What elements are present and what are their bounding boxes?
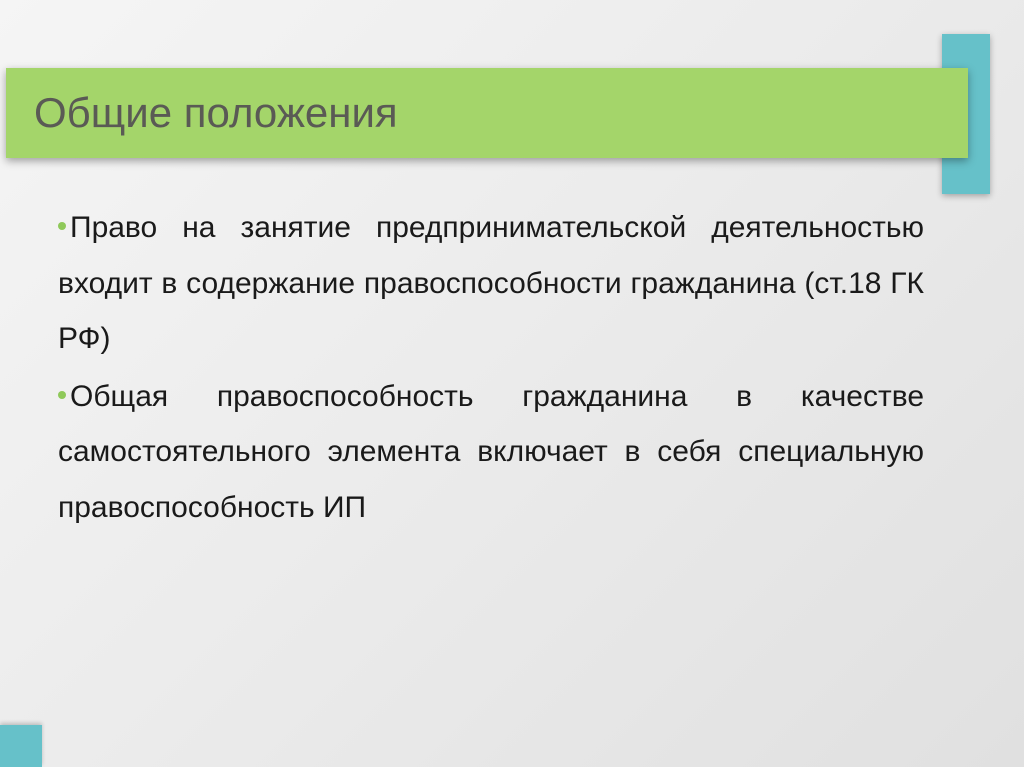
bullet-item: Общая правоспособность гражданина в каче… [58, 369, 924, 536]
slide-body: Право на занятие предпринимательской дея… [58, 200, 924, 727]
bullet-item: Право на занятие предпринимательской дея… [58, 200, 924, 367]
title-bar: Общие положения [6, 68, 968, 158]
bullet-icon [58, 391, 66, 399]
accent-bottom-left [0, 725, 42, 767]
bullet-icon [58, 222, 66, 230]
slide-title: Общие положения [34, 89, 398, 137]
bullet-text: Право на занятие предпринимательской дея… [58, 211, 924, 355]
bullet-text: Общая правоспособность гражданина в каче… [58, 380, 924, 524]
